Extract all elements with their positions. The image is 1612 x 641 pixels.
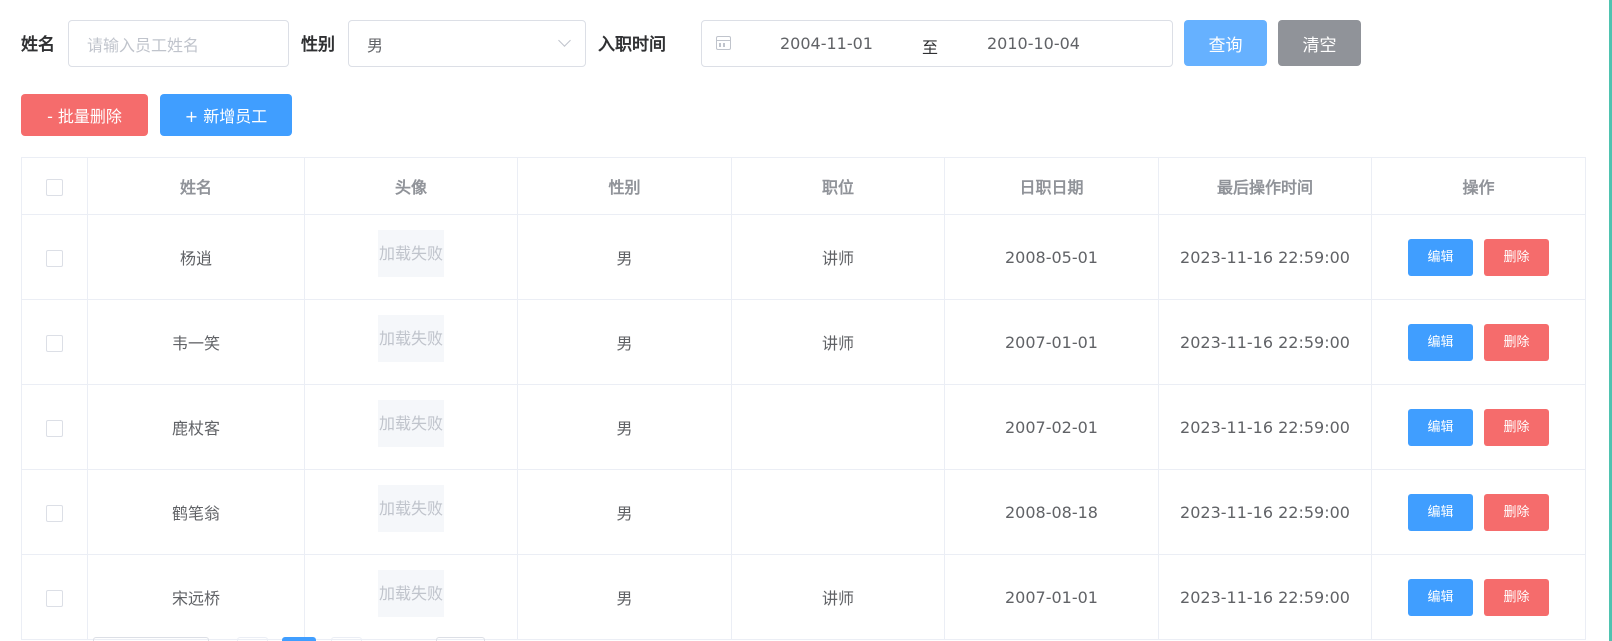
cell-gender: 男 bbox=[517, 554, 732, 640]
cell-update-time: 2023-11-16 22:59:00 bbox=[1158, 554, 1372, 640]
edit-button[interactable]: 编辑 bbox=[1408, 323, 1473, 361]
current-page-button[interactable] bbox=[282, 637, 316, 641]
table-row: 鹿杖客 加载失败 男 2007-02-01 2023-11-16 22:59:0… bbox=[21, 384, 1586, 470]
table-row: 鹤笔翁 加载失败 男 2008-08-18 2023-11-16 22:59:0… bbox=[21, 469, 1586, 555]
cell-operations: 编辑 删除 bbox=[1371, 214, 1586, 300]
page-size-select[interactable] bbox=[93, 637, 209, 641]
cell-name: 宋远桥 bbox=[87, 554, 305, 640]
name-placeholder: 请输入员工姓名 bbox=[87, 35, 200, 55]
edit-button[interactable]: 编辑 bbox=[1408, 238, 1473, 276]
cell-operations: 编辑 删除 bbox=[1371, 469, 1586, 555]
cell-avatar: 加载失败 bbox=[304, 299, 518, 385]
name-filter-label: 姓名 bbox=[21, 35, 55, 55]
cell-job: 讲师 bbox=[731, 214, 945, 300]
cell-avatar: 加载失败 bbox=[304, 554, 518, 640]
delete-button[interactable]: 删除 bbox=[1484, 578, 1549, 616]
delete-button[interactable]: 删除 bbox=[1484, 323, 1549, 361]
cell-job bbox=[731, 469, 945, 555]
cell-avatar: 加载失败 bbox=[304, 384, 518, 470]
cell-entry-date: 2007-01-01 bbox=[944, 299, 1159, 385]
cell-name: 鹤笔翁 bbox=[87, 469, 305, 555]
table-header-row: 姓名 头像 性别 职位 日职日期 最后操作时间 操作 bbox=[21, 157, 1586, 215]
date-range-picker[interactable]: 2004-11-01 至 2010-10-04 bbox=[701, 20, 1173, 67]
header-name: 姓名 bbox=[87, 157, 305, 215]
cell-name: 杨逍 bbox=[87, 214, 305, 300]
edit-button[interactable]: 编辑 bbox=[1408, 408, 1473, 446]
avatar-load-failed: 加载失败 bbox=[378, 399, 444, 447]
header-operations: 操作 bbox=[1371, 157, 1586, 215]
cell-job: 讲师 bbox=[731, 299, 945, 385]
date-end-value: 2010-10-04 bbox=[987, 34, 1080, 53]
cell-gender: 男 bbox=[517, 299, 732, 385]
select-all-cell bbox=[21, 157, 88, 215]
delete-button[interactable]: 删除 bbox=[1484, 408, 1549, 446]
header-avatar: 头像 bbox=[304, 157, 518, 215]
cell-job: 讲师 bbox=[731, 554, 945, 640]
cell-update-time: 2023-11-16 22:59:00 bbox=[1158, 214, 1372, 300]
avatar-load-failed: 加载失败 bbox=[378, 569, 444, 617]
jump-page-input[interactable] bbox=[436, 637, 485, 641]
gender-selected-value: 男 bbox=[367, 35, 384, 55]
row-checkbox[interactable] bbox=[46, 589, 63, 607]
cell-gender: 男 bbox=[517, 469, 732, 555]
cell-entry-date: 2007-02-01 bbox=[944, 384, 1159, 470]
cell-name: 韦一笑 bbox=[87, 299, 305, 385]
query-button[interactable]: 查询 bbox=[1184, 20, 1267, 66]
next-page-button[interactable] bbox=[331, 637, 362, 641]
cell-entry-date: 2007-01-01 bbox=[944, 554, 1159, 640]
cell-name: 鹿杖客 bbox=[87, 384, 305, 470]
avatar-load-failed: 加载失败 bbox=[378, 229, 444, 277]
gender-filter-label: 性别 bbox=[301, 35, 335, 55]
avatar-load-failed: 加载失败 bbox=[378, 314, 444, 362]
chevron-down-icon bbox=[558, 34, 571, 47]
cell-operations: 编辑 删除 bbox=[1371, 384, 1586, 470]
entry-date-filter-label: 入职时间 bbox=[598, 35, 666, 55]
cell-job bbox=[731, 384, 945, 470]
add-employee-button[interactable]: + 新增员工 bbox=[160, 94, 292, 136]
header-gender: 性别 bbox=[517, 157, 732, 215]
date-start-value: 2004-11-01 bbox=[780, 34, 873, 53]
cell-operations: 编辑 删除 bbox=[1371, 554, 1586, 640]
delete-button[interactable]: 删除 bbox=[1484, 493, 1549, 531]
clear-button[interactable]: 清空 bbox=[1278, 20, 1361, 66]
cell-gender: 男 bbox=[517, 384, 732, 470]
batch-delete-button[interactable]: - 批量删除 bbox=[21, 94, 148, 136]
table-row: 韦一笑 加载失败 男 讲师 2007-01-01 2023-11-16 22:5… bbox=[21, 299, 1586, 385]
gender-select[interactable]: 男 bbox=[348, 20, 586, 67]
cell-avatar: 加载失败 bbox=[304, 214, 518, 300]
name-search-input[interactable]: 请输入员工姓名 bbox=[68, 20, 289, 67]
table-row: 宋远桥 加载失败 男 讲师 2007-01-01 2023-11-16 22:5… bbox=[21, 554, 1586, 640]
table-row: 杨逍 加载失败 男 讲师 2008-05-01 2023-11-16 22:59… bbox=[21, 214, 1586, 300]
cell-update-time: 2023-11-16 22:59:00 bbox=[1158, 299, 1372, 385]
header-job: 职位 bbox=[731, 157, 945, 215]
cell-update-time: 2023-11-16 22:59:00 bbox=[1158, 384, 1372, 470]
row-checkbox[interactable] bbox=[46, 504, 63, 522]
header-entry-date: 日职日期 bbox=[944, 157, 1159, 215]
cell-avatar: 加载失败 bbox=[304, 469, 518, 555]
employee-table: 姓名 头像 性别 职位 日职日期 最后操作时间 操作 杨逍 加载失败 男 讲师 … bbox=[21, 157, 1586, 640]
delete-button[interactable]: 删除 bbox=[1484, 238, 1549, 276]
row-checkbox[interactable] bbox=[46, 249, 63, 267]
edit-button[interactable]: 编辑 bbox=[1408, 493, 1473, 531]
edit-button[interactable]: 编辑 bbox=[1408, 578, 1473, 616]
header-update-time: 最后操作时间 bbox=[1158, 157, 1372, 215]
cell-update-time: 2023-11-16 22:59:00 bbox=[1158, 469, 1372, 555]
avatar-load-failed: 加载失败 bbox=[378, 484, 444, 532]
cell-operations: 编辑 删除 bbox=[1371, 299, 1586, 385]
date-range-separator: 至 bbox=[922, 38, 939, 57]
row-checkbox[interactable] bbox=[46, 334, 63, 352]
cell-entry-date: 2008-05-01 bbox=[944, 214, 1159, 300]
cell-gender: 男 bbox=[517, 214, 732, 300]
cell-entry-date: 2008-08-18 bbox=[944, 469, 1159, 555]
row-checkbox[interactable] bbox=[46, 419, 63, 437]
prev-page-button[interactable] bbox=[237, 637, 268, 641]
calendar-icon bbox=[716, 36, 731, 50]
select-all-checkbox[interactable] bbox=[46, 178, 63, 196]
